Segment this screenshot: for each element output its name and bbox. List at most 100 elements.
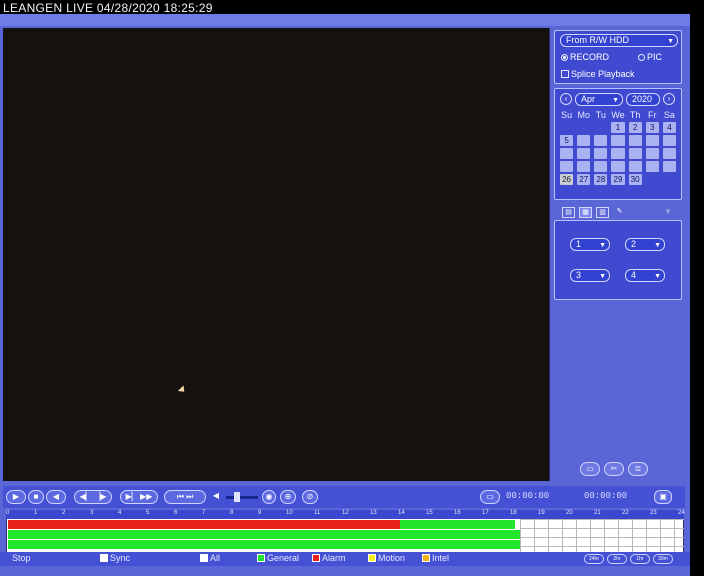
frame-step-buttons[interactable]: ◀▏ ▕▶ xyxy=(74,490,112,504)
lock-button[interactable]: ▣ xyxy=(654,490,672,504)
single-window-icon[interactable]: ▤ xyxy=(562,207,575,218)
calendar-day[interactable] xyxy=(662,148,676,159)
calendar-day[interactable] xyxy=(645,148,659,159)
splice-playback-checkbox[interactable]: Splice Playback xyxy=(561,69,635,79)
volume-slider[interactable] xyxy=(226,496,258,499)
timeline-tick-label: 5 xyxy=(146,510,150,516)
calendar-day[interactable] xyxy=(594,161,608,172)
next-month-button[interactable]: › xyxy=(663,93,675,105)
calendar-day[interactable]: 27 xyxy=(577,174,591,185)
chevron-down-icon: ▼ xyxy=(667,38,674,45)
calendar-blank xyxy=(560,122,573,133)
weekday-label: Su xyxy=(561,110,573,120)
timeline-tick-label: 1 xyxy=(34,510,38,516)
calendar-day[interactable]: 2 xyxy=(628,122,642,133)
calendar-day[interactable] xyxy=(560,148,574,159)
calendar-day[interactable] xyxy=(577,148,591,159)
calendar-day[interactable]: 5 xyxy=(560,135,574,146)
record-radio-label: RECORD xyxy=(570,52,610,62)
volume-slider-handle[interactable] xyxy=(234,492,240,502)
backup-icon[interactable]: ▭ xyxy=(580,462,600,476)
edit-icon[interactable]: ✎ xyxy=(613,207,626,218)
calendar-day[interactable] xyxy=(611,148,625,159)
calendar-day[interactable] xyxy=(577,161,591,172)
zoom-1hr-button[interactable]: 1hr xyxy=(630,554,650,564)
all-checkbox[interactable]: All xyxy=(200,553,220,563)
video-viewport[interactable] xyxy=(3,28,550,481)
calendar-day[interactable] xyxy=(628,148,642,159)
calendar-day[interactable] xyxy=(594,135,608,146)
calendar-day[interactable] xyxy=(594,148,608,159)
general-checkbox[interactable]: General xyxy=(257,553,299,563)
radio-selected-icon xyxy=(561,53,568,61)
intel-checkbox[interactable]: Intel xyxy=(422,553,449,563)
channel-select-value: 2 xyxy=(631,239,637,249)
calendar-day[interactable] xyxy=(645,161,659,172)
collapse-icon[interactable]: ▼ xyxy=(664,207,672,216)
calendar-day[interactable] xyxy=(560,161,574,172)
calendar-day[interactable]: 4 xyxy=(662,122,676,133)
speed-buttons[interactable]: ▶▏ ▶▶ xyxy=(120,490,158,504)
timeline-tick-label: 6 xyxy=(174,510,178,516)
play-button[interactable]: ▶ xyxy=(6,490,26,504)
zoom-30m-button[interactable]: 30m xyxy=(653,554,673,564)
calendar-day[interactable]: 29 xyxy=(611,174,625,185)
snapshot-button[interactable]: ◉ xyxy=(262,490,276,504)
chevron-down-icon: ▼ xyxy=(599,273,606,280)
smart-search-button[interactable]: ⊘ xyxy=(302,490,318,504)
motion-swatch-icon xyxy=(368,554,376,562)
weekday-label: Fr xyxy=(648,110,657,120)
record-radio[interactable]: RECORD xyxy=(561,52,609,62)
weekday-label: Tu xyxy=(595,110,606,120)
calendar-day[interactable]: 26 xyxy=(560,174,574,185)
window-title-bar xyxy=(0,14,690,26)
calendar-day[interactable] xyxy=(645,135,659,146)
file-nav-buttons[interactable]: ⏮ ⏭ xyxy=(164,490,206,504)
calendar-day[interactable]: 3 xyxy=(645,122,659,133)
prev-month-button[interactable]: ‹ xyxy=(560,93,572,105)
time-start[interactable]: 00:00:00 xyxy=(506,491,549,501)
channel-select-value: 4 xyxy=(631,270,637,280)
calendar-day[interactable] xyxy=(577,135,591,146)
motion-checkbox[interactable]: Motion xyxy=(368,553,405,563)
zoom-button[interactable]: ⊕ xyxy=(280,490,296,504)
list-icon[interactable]: ≣ xyxy=(628,462,648,476)
channel-select-2[interactable]: 2 ▼ xyxy=(625,238,665,251)
zoom-2hr-button[interactable]: 2hr xyxy=(607,554,627,564)
calendar-day[interactable] xyxy=(611,135,625,146)
calendar-day[interactable] xyxy=(628,161,642,172)
volume-icon: ◀ xyxy=(212,491,220,500)
nine-window-icon[interactable]: ▥ xyxy=(596,207,609,218)
time-jump-button[interactable]: ▭ xyxy=(480,490,500,504)
clock-icon: ▭ xyxy=(486,492,494,501)
clip-icon[interactable]: ✂ xyxy=(604,462,624,476)
calendar-day[interactable]: 28 xyxy=(594,174,608,185)
source-select[interactable]: From R/W HDD ▼ xyxy=(560,34,678,47)
month-select[interactable]: Apr ▼ xyxy=(575,93,623,106)
playback-status: Stop xyxy=(12,553,31,563)
alarm-checkbox[interactable]: Alarm xyxy=(312,553,346,563)
timeline-tick-label: 21 xyxy=(594,510,601,516)
calendar-day[interactable] xyxy=(662,161,676,172)
calendar-day[interactable] xyxy=(628,135,642,146)
time-end[interactable]: 00:00:00 xyxy=(584,491,627,501)
timeline-ticks: 0 1 2 3 4 5 6 7 8 9 10 11 12 13 14 15 16 17 18 19 20 21 22 23 24 xyxy=(6,510,685,519)
month-value: Apr xyxy=(581,94,596,104)
weekday-header: Su Mo Tu We Th Fr Sa xyxy=(558,110,678,120)
reverse-play-button[interactable]: ◀ xyxy=(46,490,66,504)
calendar-day[interactable] xyxy=(662,135,676,146)
osd-title: LEANGEN LIVE 04/28/2020 18:25:29 xyxy=(3,1,213,15)
sync-checkbox[interactable]: Sync xyxy=(100,553,130,563)
year-select[interactable]: 2020 xyxy=(626,93,660,106)
pic-radio[interactable]: PIC xyxy=(638,52,662,62)
channel-select-1[interactable]: 1 ▼ xyxy=(570,238,610,251)
calendar-day[interactable]: 30 xyxy=(628,174,642,185)
channel-select-3[interactable]: 3 ▼ xyxy=(570,269,610,282)
calendar-day[interactable] xyxy=(611,161,625,172)
calendar-day[interactable]: 1 xyxy=(611,122,625,133)
four-window-icon[interactable]: ▦ xyxy=(579,207,592,218)
zoom-24hr-button[interactable]: 24hr xyxy=(584,554,604,564)
stop-button[interactable]: ■ xyxy=(28,490,44,504)
channel-select-4[interactable]: 4 ▼ xyxy=(625,269,665,282)
checkbox-icon xyxy=(561,70,569,78)
